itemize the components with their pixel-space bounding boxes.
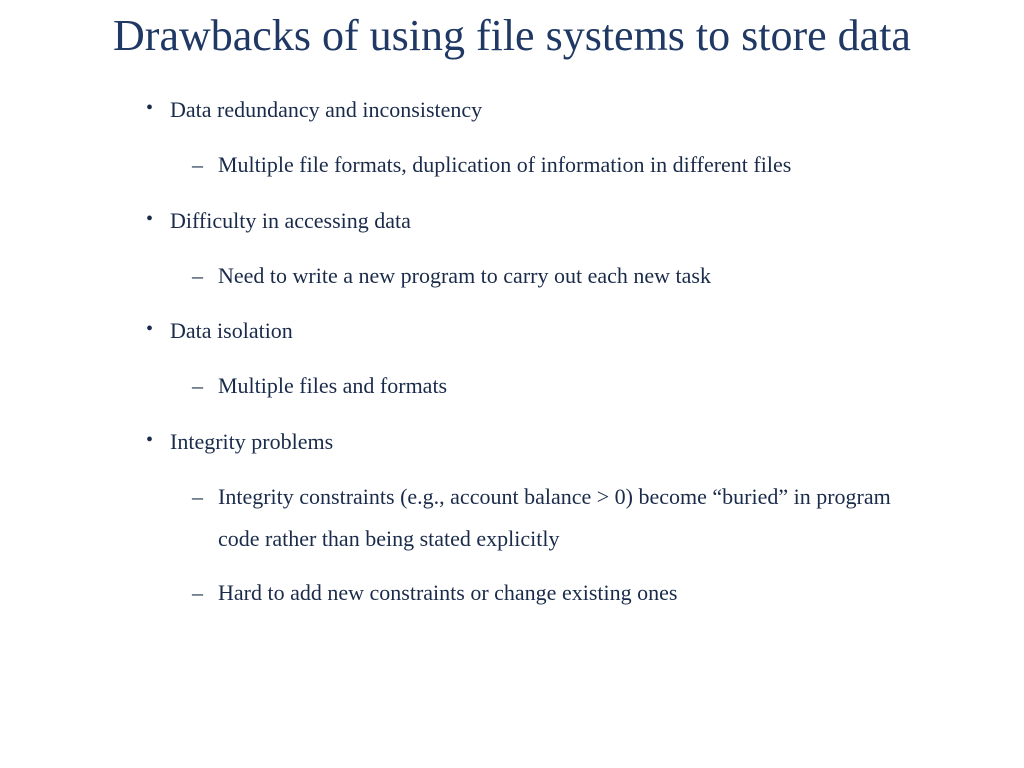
sub-list: Multiple files and formats [188, 365, 924, 407]
sub-list: Need to write a new program to carry out… [188, 255, 924, 297]
sub-list: Multiple file formats, duplication of in… [188, 144, 924, 186]
slide: Drawbacks of using file systems to store… [0, 0, 1024, 672]
bullet-text: Data isolation [170, 318, 293, 343]
slide-title: Drawbacks of using file systems to store… [60, 10, 964, 63]
sub-list-item: Need to write a new program to carry out… [188, 255, 924, 297]
sub-bullet-text: Need to write a new program to carry out… [218, 263, 711, 288]
sub-list-item: Integrity constraints (e.g., account bal… [188, 476, 924, 560]
sub-bullet-text: Multiple files and formats [218, 373, 447, 398]
sub-list: Integrity constraints (e.g., account bal… [188, 476, 924, 613]
sub-list-item: Multiple files and formats [188, 365, 924, 407]
bullet-list: Data redundancy and inconsistency Multip… [140, 93, 924, 614]
list-item: Difficulty in accessing data Need to wri… [140, 204, 924, 297]
sub-bullet-text: Hard to add new constraints or change ex… [218, 580, 677, 605]
bullet-text: Difficulty in accessing data [170, 208, 411, 233]
list-item: Integrity problems Integrity constraints… [140, 425, 924, 613]
slide-content: Data redundancy and inconsistency Multip… [60, 93, 964, 614]
bullet-text: Integrity problems [170, 429, 333, 454]
sub-bullet-text: Integrity constraints (e.g., account bal… [218, 484, 891, 551]
list-item: Data isolation Multiple files and format… [140, 314, 924, 407]
sub-list-item: Multiple file formats, duplication of in… [188, 144, 924, 186]
list-item: Data redundancy and inconsistency Multip… [140, 93, 924, 186]
sub-list-item: Hard to add new constraints or change ex… [188, 572, 924, 614]
sub-bullet-text: Multiple file formats, duplication of in… [218, 152, 791, 177]
bullet-text: Data redundancy and inconsistency [170, 97, 482, 122]
